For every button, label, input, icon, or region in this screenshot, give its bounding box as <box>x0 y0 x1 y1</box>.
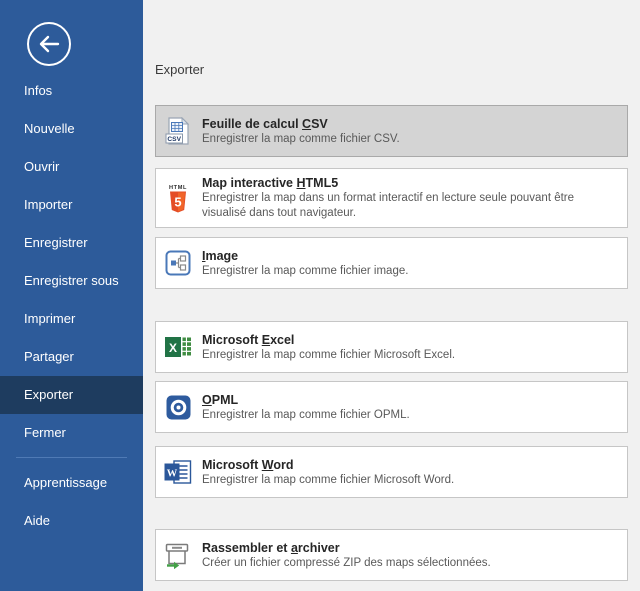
svg-text:HTML: HTML <box>169 185 187 191</box>
svg-text:5: 5 <box>174 195 181 210</box>
export-option-description: Enregistrer la map comme fichier Microso… <box>202 348 455 363</box>
export-option-opml[interactable]: OPML Enregistrer la map comme fichier OP… <box>155 381 628 433</box>
export-option-description: Enregistrer la map dans un format intera… <box>202 191 617 221</box>
word-icon: W <box>164 459 192 485</box>
export-option-html5[interactable]: HTML 5 Map interactive HTML5 Enregistrer… <box>155 168 628 228</box>
archive-icon <box>164 542 192 569</box>
export-option-description: Enregistrer la map comme fichier CSV. <box>202 132 400 147</box>
export-option-title: Feuille de calcul CSV <box>202 116 400 132</box>
sidebar-item-fermer[interactable]: Fermer <box>0 414 143 452</box>
page-title: Exporter <box>155 62 628 78</box>
export-option-word[interactable]: W Microsoft Word Enregistrer la map comm… <box>155 446 628 498</box>
back-arrow-icon <box>25 20 73 68</box>
export-option-description: Enregistrer la map comme fichier Microso… <box>202 473 454 488</box>
sidebar-item-enregistrer-sous[interactable]: Enregistrer sous <box>0 262 143 300</box>
sidebar-nav: Infos Nouvelle Ouvrir Importer Enregistr… <box>0 72 143 540</box>
export-option-description: Enregistrer la map comme fichier OPML. <box>202 408 410 423</box>
export-option-title: Image <box>202 248 408 264</box>
export-option-description: Créer un fichier compressé ZIP des maps … <box>202 556 491 571</box>
sidebar-item-imprimer[interactable]: Imprimer <box>0 300 143 338</box>
export-option-csv[interactable]: CSV Feuille de calcul CSV Enregistrer la… <box>155 105 628 157</box>
export-option-title: OPML <box>202 392 410 408</box>
excel-icon: X <box>164 334 192 360</box>
back-button[interactable] <box>25 20 73 68</box>
opml-icon <box>164 395 192 420</box>
svg-text:W: W <box>167 469 178 480</box>
image-map-icon <box>164 250 192 276</box>
export-option-archive[interactable]: Rassembler et archiver Créer un fichier … <box>155 529 628 581</box>
sidebar-item-partager[interactable]: Partager <box>0 338 143 376</box>
backstage-sidebar: Infos Nouvelle Ouvrir Importer Enregistr… <box>0 0 143 591</box>
export-panel: Exporter CSV Feuille de calcul CSV Enreg… <box>143 0 640 591</box>
sidebar-divider <box>16 457 127 458</box>
html5-icon: HTML 5 <box>164 183 192 213</box>
sidebar-item-ouvrir[interactable]: Ouvrir <box>0 148 143 186</box>
svg-text:X: X <box>169 341 177 355</box>
export-option-image[interactable]: Image Enregistrer la map comme fichier i… <box>155 237 628 289</box>
sidebar-item-apprentissage[interactable]: Apprentissage <box>0 464 143 502</box>
export-option-title: Map interactive HTML5 <box>202 175 617 191</box>
export-option-excel[interactable]: X Microsoft Excel Enregistrer la map com… <box>155 321 628 373</box>
sidebar-item-nouvelle[interactable]: Nouvelle <box>0 110 143 148</box>
sidebar-item-exporter[interactable]: Exporter <box>0 376 143 414</box>
sidebar-item-infos[interactable]: Infos <box>0 72 143 110</box>
export-option-title: Microsoft Word <box>202 457 454 473</box>
export-option-title: Microsoft Excel <box>202 332 455 348</box>
sidebar-item-aide[interactable]: Aide <box>0 502 143 540</box>
export-option-title: Rassembler et archiver <box>202 540 491 556</box>
svg-text:CSV: CSV <box>167 136 181 143</box>
sidebar-item-importer[interactable]: Importer <box>0 186 143 224</box>
csv-file-icon: CSV <box>164 117 192 145</box>
export-option-description: Enregistrer la map comme fichier image. <box>202 264 408 279</box>
sidebar-item-enregistrer[interactable]: Enregistrer <box>0 224 143 262</box>
